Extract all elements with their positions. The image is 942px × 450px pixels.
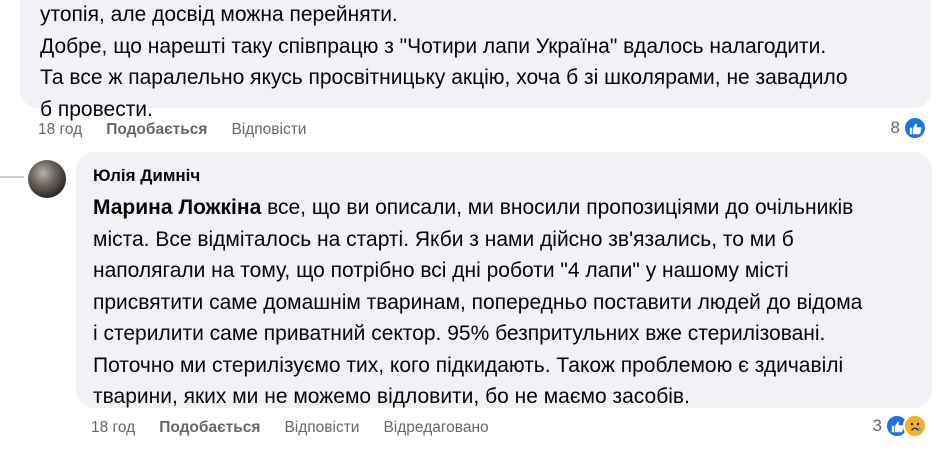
avatar[interactable]	[28, 160, 66, 198]
reply-comment-actions: 18 год Подобається Відповісти Відредагов…	[91, 417, 513, 439]
reply-button[interactable]: Відповісти	[231, 121, 306, 139]
comment-timestamp[interactable]: 18 год	[91, 419, 135, 437]
previous-comment-line: Добре, що нарешті таку співпрацю з "Чоти…	[40, 34, 827, 58]
reply-comment-line: Марина Ложкіна все, що ви описали, ми вн…	[93, 192, 923, 224]
reply-comment-line: міста. Все відміталось на старті. Якби з…	[93, 227, 794, 251]
previous-comment-line: Та все ж паралельно якусь просвітницьку …	[40, 66, 848, 89]
previous-comment-line: утопія, але досвід можна перейняти.	[40, 3, 398, 26]
reply-comment-text: Марина Ложкіна все, що ви описали, ми вн…	[93, 192, 923, 413]
mention-link[interactable]: Марина Ложкіна	[93, 196, 261, 219]
reply-comment-line: і стерилити саме приватний сектор. 95% б…	[93, 322, 826, 345]
comment-timestamp[interactable]: 18 год	[38, 121, 82, 139]
previous-comment-bubble: утопія, але досвід можна перейняти. Добр…	[20, 0, 931, 121]
like-button[interactable]: Подобається	[159, 419, 260, 437]
reply-button[interactable]: Відповісти	[284, 419, 359, 437]
reply-comment-bubble: Юлія Димніч Марина Ложкіна все, що ви оп…	[76, 152, 932, 408]
like-reaction-icon	[903, 116, 927, 140]
reaction-summary[interactable]: 8	[891, 116, 927, 140]
reaction-count: 3	[872, 416, 882, 435]
reply-comment-line-rest: все, що ви описали, ми вносили пропозиці…	[261, 196, 854, 219]
reply-comment-line: присвятити саме домашнім тваринам, попер…	[93, 290, 863, 314]
reply-comment-line: Поточно ми стерилізуємо тих, кого підкид…	[93, 353, 844, 377]
previous-comment-actions: 18 год Подобається Відповісти	[38, 119, 330, 141]
edited-label[interactable]: Відредаговано	[383, 419, 488, 437]
sad-reaction-icon	[903, 414, 927, 438]
like-button[interactable]: Подобається	[106, 121, 207, 139]
previous-comment-text: утопія, але досвід можна перейняти. Добр…	[40, 0, 920, 125]
thread-connector-line	[0, 176, 24, 178]
comment-author[interactable]: Юлія Димніч	[93, 166, 200, 186]
reply-comment-line: тварини, яких ми не можемо відловити, бо…	[93, 385, 690, 408]
reaction-summary[interactable]: 3	[873, 414, 927, 438]
reply-comment-line: наполягали на тому, що потрібно всі дні …	[93, 259, 789, 282]
reaction-count: 8	[890, 118, 900, 137]
